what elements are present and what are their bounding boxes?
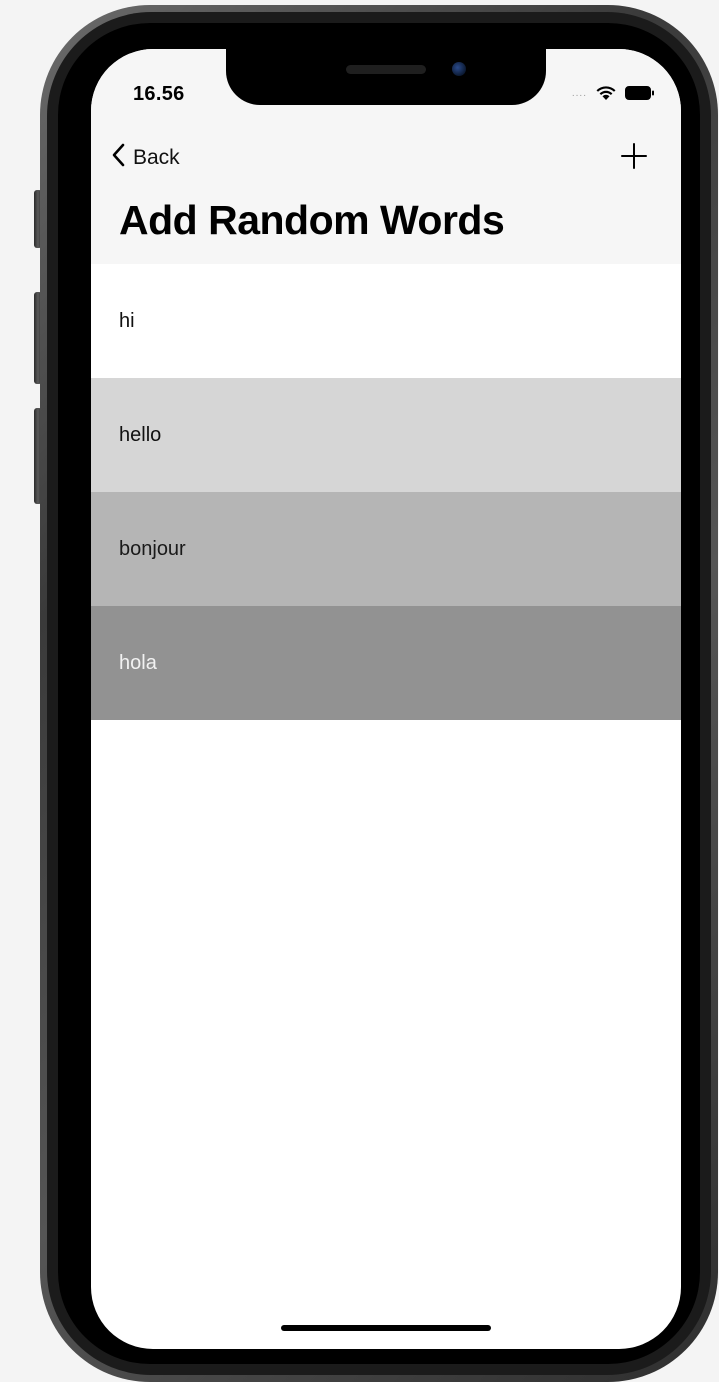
status-time: 16.56 [133,83,185,105]
chevron-left-icon [111,143,125,172]
plus-icon [617,143,651,177]
add-word-button[interactable] [617,139,651,173]
battery-icon [625,86,655,100]
speaker-grille [346,65,426,74]
notch [226,49,546,105]
word-row[interactable]: hello [91,378,681,492]
device-stage: 16.56 .... Back Add Random Words hi hell… [0,0,719,1382]
word-row[interactable]: hola [91,606,681,720]
back-label: Back [133,145,180,169]
word-label: hello [119,423,162,446]
wifi-icon [595,85,617,101]
page-title: Add Random Words [119,197,505,243]
word-label: hola [119,651,157,674]
front-camera [452,62,466,76]
status-icons: .... [572,83,655,103]
phone-screen: 16.56 .... Back Add Random Words hi hell… [91,49,681,1349]
home-indicator[interactable] [281,1325,491,1331]
back-button[interactable]: Back [111,143,180,172]
word-row[interactable]: hi [91,264,681,378]
word-list: hi hello bonjour hola [91,264,681,720]
word-label: bonjour [119,537,186,560]
signal-icon: .... [571,87,587,99]
word-row[interactable]: bonjour [91,492,681,606]
word-label: hi [119,309,135,332]
